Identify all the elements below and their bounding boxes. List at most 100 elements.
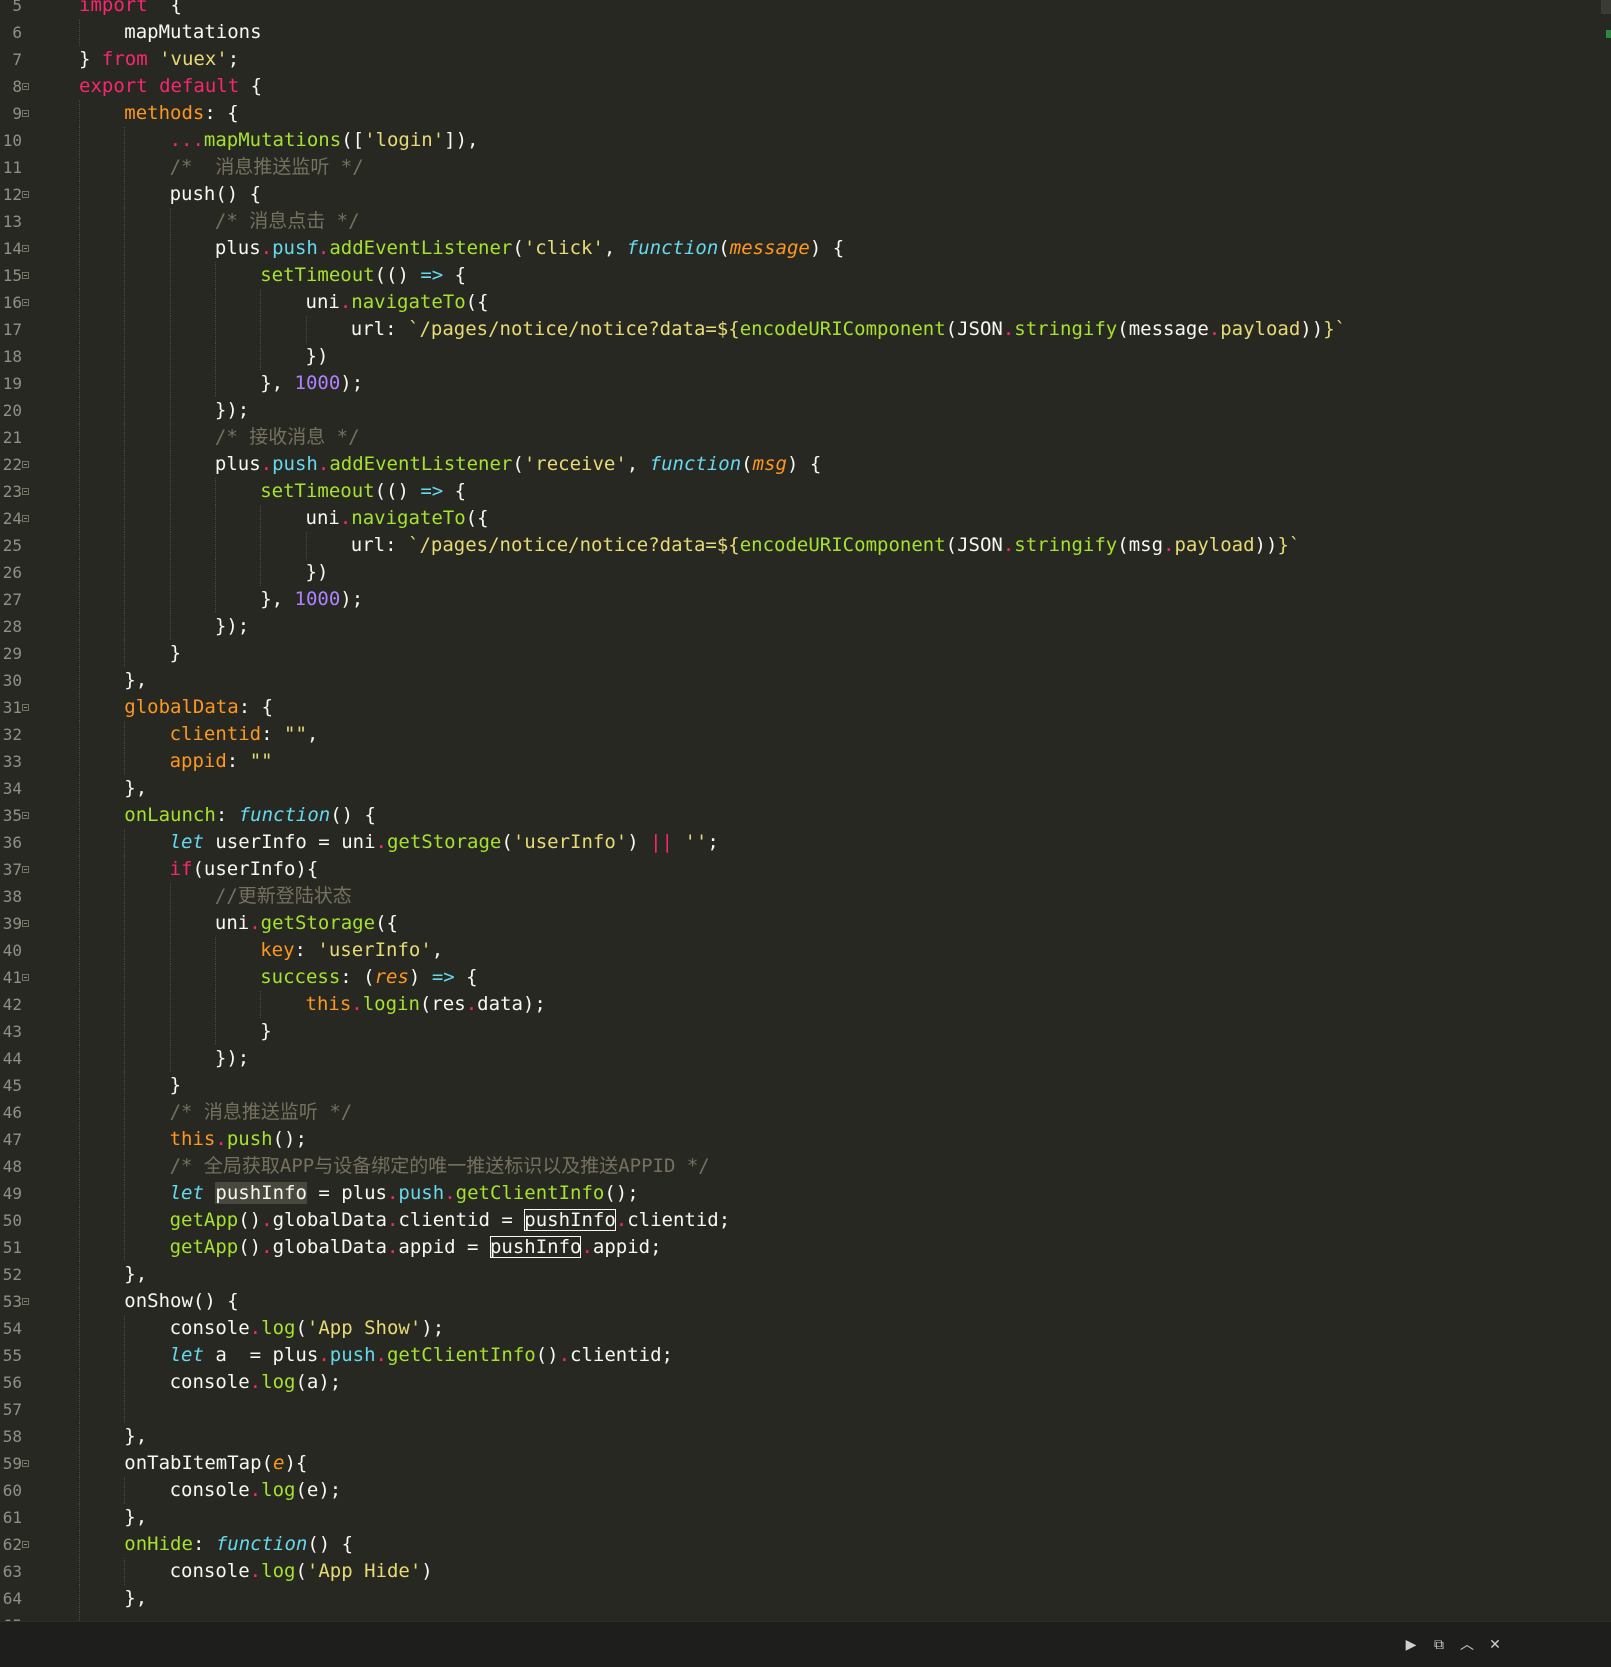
code-line[interactable]: 8 export default { bbox=[0, 73, 1600, 100]
code-token: push bbox=[272, 453, 318, 475]
fold-toggle-icon[interactable] bbox=[22, 299, 29, 306]
code-line[interactable]: 56 console.log(a); bbox=[0, 1369, 1600, 1396]
code-line[interactable]: 6 mapMutations bbox=[0, 19, 1600, 46]
code-line[interactable]: 33 appid: "" bbox=[0, 748, 1600, 775]
code-line[interactable]: 37 if(userInfo){ bbox=[0, 856, 1600, 883]
code-line[interactable]: 55 let a = plus.push.getClientInfo().clie… bbox=[0, 1342, 1600, 1369]
code-line[interactable]: 30}, bbox=[0, 667, 1600, 694]
line-number: 42 bbox=[2, 995, 22, 1014]
code-line[interactable]: 64}, bbox=[0, 1585, 1600, 1612]
code-line[interactable]: 63 console.log('App Hide') bbox=[0, 1558, 1600, 1585]
code-line[interactable]: 18}) bbox=[0, 343, 1600, 370]
indent-guide bbox=[79, 856, 80, 883]
code-line[interactable]: 34}, bbox=[0, 775, 1600, 802]
fold-toggle-icon[interactable] bbox=[22, 110, 29, 117]
code-line[interactable]: 7} from 'vuex'; bbox=[0, 46, 1600, 73]
indent-guide bbox=[79, 1531, 80, 1558]
code-line[interactable]: 11 /* 消息推送监听 */ bbox=[0, 154, 1600, 181]
code-line[interactable]: 52}, bbox=[0, 1261, 1600, 1288]
fold-toggle-icon[interactable] bbox=[22, 191, 29, 198]
fold-toggle-icon[interactable] bbox=[22, 515, 29, 522]
code-token: /* 消息点击 */ bbox=[214, 210, 360, 232]
code-line[interactable]: 57 bbox=[0, 1396, 1600, 1423]
code-line[interactable]: 9 methods: { bbox=[0, 100, 1600, 127]
code-token: . bbox=[386, 1182, 399, 1204]
code-line[interactable]: 59 onTabItemTap(e){ bbox=[0, 1450, 1600, 1477]
code-line[interactable]: 48 /* 全局获取APP与设备绑定的唯一推送标识以及推送APPID */ bbox=[0, 1153, 1600, 1180]
code-line[interactable]: 46 /* 消息推送监听 */ bbox=[0, 1099, 1600, 1126]
close-panel-icon[interactable]: ✕ bbox=[1486, 1636, 1504, 1654]
code-line[interactable]: 42 this.login(res.data); bbox=[0, 991, 1600, 1018]
line-number: 35 bbox=[2, 806, 22, 825]
fold-toggle-icon[interactable] bbox=[22, 83, 29, 90]
code-line[interactable]: 41 success: (res) => { bbox=[0, 964, 1600, 991]
fold-toggle-icon[interactable] bbox=[22, 1541, 29, 1548]
fold-toggle-icon[interactable] bbox=[22, 920, 29, 927]
fold-toggle-icon[interactable] bbox=[22, 704, 29, 711]
code-line[interactable]: 43} bbox=[0, 1018, 1600, 1045]
code-line[interactable]: 21 /* 接收消息 */ bbox=[0, 424, 1600, 451]
fold-toggle-icon[interactable] bbox=[22, 1460, 29, 1467]
code-line[interactable]: 24 uni.navigateTo({ bbox=[0, 505, 1600, 532]
code-line[interactable]: 16 uni.navigateTo({ bbox=[0, 289, 1600, 316]
fold-toggle-icon[interactable] bbox=[22, 866, 29, 873]
code-line[interactable]: 10 ...mapMutations(['login']), bbox=[0, 127, 1600, 154]
code-line[interactable]: 20}); bbox=[0, 397, 1600, 424]
code-line[interactable]: 28}); bbox=[0, 613, 1600, 640]
code-line[interactable]: 31 globalData: { bbox=[0, 694, 1600, 721]
code-line[interactable]: 32 clientid: "", bbox=[0, 721, 1600, 748]
code-line[interactable]: 29} bbox=[0, 640, 1600, 667]
fold-toggle-icon[interactable] bbox=[22, 488, 29, 495]
code-line[interactable]: 58}, bbox=[0, 1423, 1600, 1450]
code-line[interactable]: 5 import { bbox=[0, 0, 1600, 19]
open-external-icon[interactable]: ⧉ bbox=[1430, 1636, 1448, 1654]
code-line[interactable]: 25 url: `/pages/notice/notice?data=${enco… bbox=[0, 532, 1600, 559]
indent-guide bbox=[79, 262, 80, 289]
code-line[interactable]: 49 let pushInfo = plus.push.getClientInfo… bbox=[0, 1180, 1600, 1207]
code-line[interactable]: 13 /* 消息点击 */ bbox=[0, 208, 1600, 235]
code-line[interactable]: 60 console.log(e); bbox=[0, 1477, 1600, 1504]
code-line[interactable]: 39 uni.getStorage({ bbox=[0, 910, 1600, 937]
collapse-up-icon[interactable]: ︿ bbox=[1458, 1636, 1476, 1654]
code-line[interactable]: 22 plus.push.addEventListener('receive', … bbox=[0, 451, 1600, 478]
code-line[interactable]: 44}); bbox=[0, 1045, 1600, 1072]
fold-toggle-icon[interactable] bbox=[22, 461, 29, 468]
code-line[interactable]: 36 let userInfo = uni.getStorage('userInf… bbox=[0, 829, 1600, 856]
code-line[interactable]: 17 url: `/pages/notice/notice?data=${enco… bbox=[0, 316, 1600, 343]
code-text: this.login(res.data); bbox=[306, 991, 546, 1018]
fold-toggle-icon[interactable] bbox=[22, 1298, 29, 1305]
fold-toggle-icon[interactable] bbox=[22, 812, 29, 819]
code-line[interactable]: 61}, bbox=[0, 1504, 1600, 1531]
indent-guide bbox=[124, 343, 126, 370]
code-line[interactable]: 27}, 1000); bbox=[0, 586, 1600, 613]
code-line[interactable]: 62 onHide: function() { bbox=[0, 1531, 1600, 1558]
code-line[interactable]: 38 //更新登陆状态 bbox=[0, 883, 1600, 910]
fold-toggle-icon[interactable] bbox=[22, 245, 29, 252]
code-line[interactable]: 45} bbox=[0, 1072, 1600, 1099]
code-line[interactable]: 51 getApp().globalData.appid = pushInfo.a… bbox=[0, 1234, 1600, 1261]
code-line[interactable]: 50 getApp().globalData.clientid = pushInf… bbox=[0, 1207, 1600, 1234]
code-line[interactable]: 47 this.push(); bbox=[0, 1126, 1600, 1153]
code-line[interactable]: 35 onLaunch: function() { bbox=[0, 802, 1600, 829]
code-token: login bbox=[362, 993, 420, 1015]
code-line[interactable]: 40 key: 'userInfo', bbox=[0, 937, 1600, 964]
code-line[interactable]: 54 console.log('App Show'); bbox=[0, 1315, 1600, 1342]
code-line[interactable]: 19}, 1000); bbox=[0, 370, 1600, 397]
code-line[interactable]: 23 setTimeout(() => { bbox=[0, 478, 1600, 505]
fold-toggle-icon[interactable] bbox=[22, 272, 29, 279]
code-line[interactable]: 26}) bbox=[0, 559, 1600, 586]
code-token: ([ bbox=[341, 129, 365, 151]
code-token: : bbox=[226, 750, 250, 772]
code-line[interactable]: 53 onShow() { bbox=[0, 1288, 1600, 1315]
code-line[interactable]: 12 push() { bbox=[0, 181, 1600, 208]
code-line[interactable]: 15 setTimeout(() => { bbox=[0, 262, 1600, 289]
code-line[interactable]: 14 plus.push.addEventListener('click', fu… bbox=[0, 235, 1600, 262]
indent-guide bbox=[169, 532, 171, 559]
fold-toggle-icon[interactable] bbox=[22, 974, 29, 981]
code-editor[interactable]: 5 import {6 mapMutations 7} from 'vuex'; 8 ex… bbox=[0, 0, 1600, 1622]
run-icon[interactable]: ▶ bbox=[1402, 1636, 1420, 1654]
indent-guide bbox=[214, 991, 216, 1018]
indent-guide bbox=[124, 991, 126, 1018]
code-token: let bbox=[169, 1182, 204, 1204]
editor-scrollbar[interactable] bbox=[1601, 0, 1611, 14]
